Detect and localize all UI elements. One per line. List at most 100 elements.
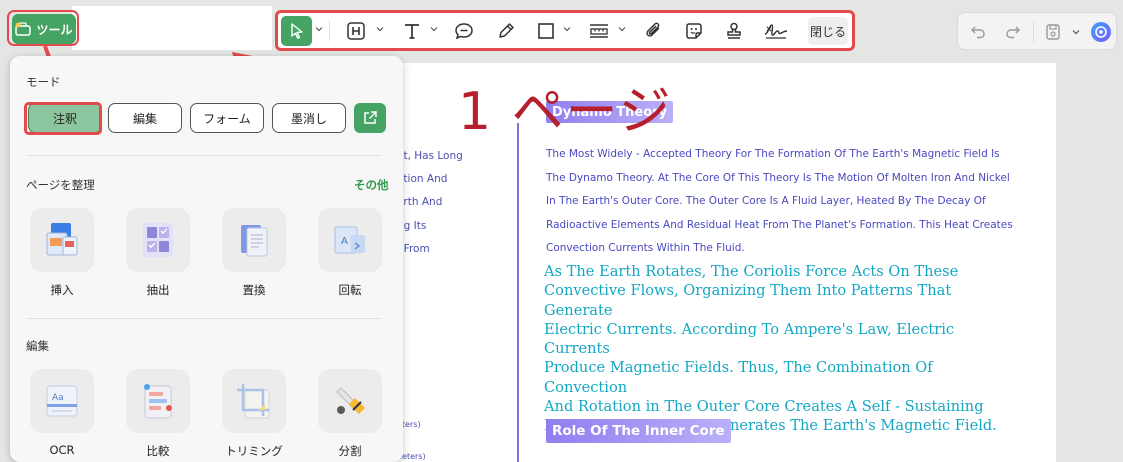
save-icon bbox=[1046, 24, 1060, 40]
ocr-tool-tile[interactable]: Aa bbox=[30, 369, 94, 433]
toolbar-divider bbox=[1033, 22, 1034, 42]
svg-text:Aa: Aa bbox=[52, 393, 64, 403]
rotate-pages-icon: A bbox=[334, 226, 365, 254]
pencil-tool-button[interactable] bbox=[492, 17, 520, 45]
shape-tool-button[interactable] bbox=[532, 17, 560, 45]
svg-text:A: A bbox=[341, 236, 348, 247]
organize-more-link[interactable]: その他 bbox=[354, 177, 389, 193]
paragraph-line: Convective Flows, Organizing Them Into P… bbox=[544, 282, 952, 319]
redo-button[interactable] bbox=[1003, 22, 1023, 42]
paragraph-line: Convection Currents Within The Fluid. bbox=[546, 242, 745, 255]
signature-icon bbox=[764, 24, 788, 39]
mode-section-title: モード bbox=[26, 75, 61, 89]
insert-tool-tile[interactable] bbox=[30, 208, 94, 272]
sticker-icon bbox=[686, 23, 702, 39]
mode-form-button[interactable]: フォーム bbox=[190, 103, 264, 133]
paragraph-line: Produce Magnetic Fields. Thus, The Combi… bbox=[544, 359, 933, 396]
measure-tool-button[interactable] bbox=[584, 17, 614, 45]
crop-tool-tile[interactable] bbox=[222, 369, 286, 433]
save-button[interactable] bbox=[1043, 22, 1063, 42]
open-external-icon bbox=[364, 111, 377, 124]
undo-icon bbox=[971, 26, 985, 39]
chevron-down-icon[interactable] bbox=[429, 24, 439, 34]
section-divider bbox=[26, 318, 382, 319]
edit-section-title: 編集 bbox=[26, 339, 49, 353]
sticker-tool-button[interactable] bbox=[680, 17, 708, 45]
select-cursor-icon bbox=[290, 23, 303, 39]
insert-pages-icon bbox=[46, 223, 78, 256]
paragraph-line: And Rotation in The Outer Core Creates A… bbox=[544, 398, 984, 416]
highlight-tool-button[interactable] bbox=[342, 17, 370, 45]
chevron-down-icon[interactable] bbox=[617, 24, 627, 34]
chevron-down-icon[interactable] bbox=[314, 24, 324, 34]
attach-paperclip-icon bbox=[646, 22, 660, 37]
replace-tool-label: 置換 bbox=[242, 283, 266, 297]
redo-icon bbox=[1006, 26, 1020, 39]
top-bar: ツール 閉じる bbox=[0, 0, 1123, 58]
highlight-h-icon bbox=[347, 22, 365, 40]
comment-bubble-icon bbox=[455, 23, 473, 40]
paragraph-line: Electric Currents. According To Ampere's… bbox=[544, 320, 955, 358]
ai-assistant-icon bbox=[1091, 22, 1111, 42]
paragraph: The Most Widely - Accepted Theory For Th… bbox=[546, 143, 1016, 261]
crop-tool-label: トリミング bbox=[225, 444, 283, 458]
tools-button-label: ツール bbox=[36, 22, 73, 37]
extract-tool-label: 抽出 bbox=[146, 283, 170, 297]
right-toolbar bbox=[957, 12, 1117, 50]
toolbar-divider bbox=[329, 21, 330, 41]
mode-redact-button[interactable]: 墨消し bbox=[272, 103, 346, 133]
replace-pages-icon bbox=[241, 225, 268, 257]
paragraph-line: As The Earth Rotates, The Coriolis Force… bbox=[544, 263, 959, 280]
paragraph: As The Earth Rotates, The Coriolis Force… bbox=[544, 262, 1014, 436]
mode-edit-button[interactable]: 編集 bbox=[108, 103, 182, 133]
undo-button[interactable] bbox=[968, 22, 988, 42]
paragraph-line: Radioactive Elements And Residual Heat F… bbox=[546, 218, 1013, 231]
column-divider bbox=[517, 123, 519, 462]
measure-ruler-icon bbox=[590, 24, 608, 38]
text-t-icon bbox=[405, 24, 419, 39]
attach-tool-button[interactable] bbox=[640, 17, 668, 45]
extract-pages-icon bbox=[143, 223, 173, 257]
page-annotation-label: 1 ページ bbox=[458, 82, 673, 142]
ocr-tool-label: OCR bbox=[49, 443, 75, 457]
left-column-text: ation And bbox=[397, 173, 448, 185]
signature-tool-button[interactable] bbox=[760, 17, 792, 45]
open-external-button[interactable] bbox=[354, 103, 386, 133]
annotation-toolbar: 閉じる bbox=[275, 10, 855, 51]
split-icon bbox=[336, 387, 365, 414]
insert-tool-label: 挿入 bbox=[50, 283, 74, 297]
rectangle-icon bbox=[538, 23, 554, 39]
select-tool-button[interactable] bbox=[281, 16, 312, 46]
text-tool-button[interactable] bbox=[398, 17, 426, 45]
extract-tool-tile[interactable] bbox=[126, 208, 190, 272]
chevron-down-icon[interactable] bbox=[562, 24, 572, 34]
paragraph-line: In The Earth's Outer Core. The Outer Cor… bbox=[546, 195, 986, 208]
compare-tool-tile[interactable] bbox=[126, 369, 190, 433]
left-column-text: arth And bbox=[397, 196, 443, 208]
close-toolbar-button[interactable]: 閉じる bbox=[808, 17, 848, 45]
compare-tool-label: 比較 bbox=[146, 444, 170, 458]
ocr-icon: Aa bbox=[46, 385, 78, 417]
paragraph-line: The Most Widely - Accepted Theory For Th… bbox=[546, 148, 1000, 160]
split-tool-tile[interactable] bbox=[318, 369, 382, 433]
stamp-tool-button[interactable] bbox=[720, 17, 748, 45]
crop-icon bbox=[237, 384, 270, 419]
toolbox-icon bbox=[15, 22, 32, 36]
left-column-text: et, Has Long bbox=[397, 150, 463, 162]
chevron-down-icon[interactable] bbox=[1071, 27, 1081, 37]
replace-tool-tile[interactable] bbox=[222, 208, 286, 272]
section-divider bbox=[26, 155, 382, 156]
tab-strip bbox=[72, 6, 272, 50]
stamp-icon bbox=[727, 22, 741, 39]
ai-assistant-button[interactable] bbox=[1090, 21, 1112, 43]
paragraph-line: The Dynamo Theory. At The Core Of This T… bbox=[546, 171, 1010, 184]
tools-button[interactable]: ツール bbox=[12, 14, 76, 44]
tools-panel: モード 注釈 編集 フォーム 墨消し ページを整理 その他 挿入 抽出 置換 A… bbox=[10, 56, 403, 462]
mode-annotate-highlight bbox=[24, 102, 102, 135]
section-heading: Role Of The Inner Core bbox=[546, 419, 731, 443]
rotate-tool-tile[interactable]: A bbox=[318, 208, 382, 272]
chevron-down-icon[interactable] bbox=[375, 24, 385, 34]
comment-tool-button[interactable] bbox=[450, 17, 478, 45]
organize-section-title: ページを整理 bbox=[26, 178, 95, 192]
compare-icon bbox=[144, 384, 172, 419]
